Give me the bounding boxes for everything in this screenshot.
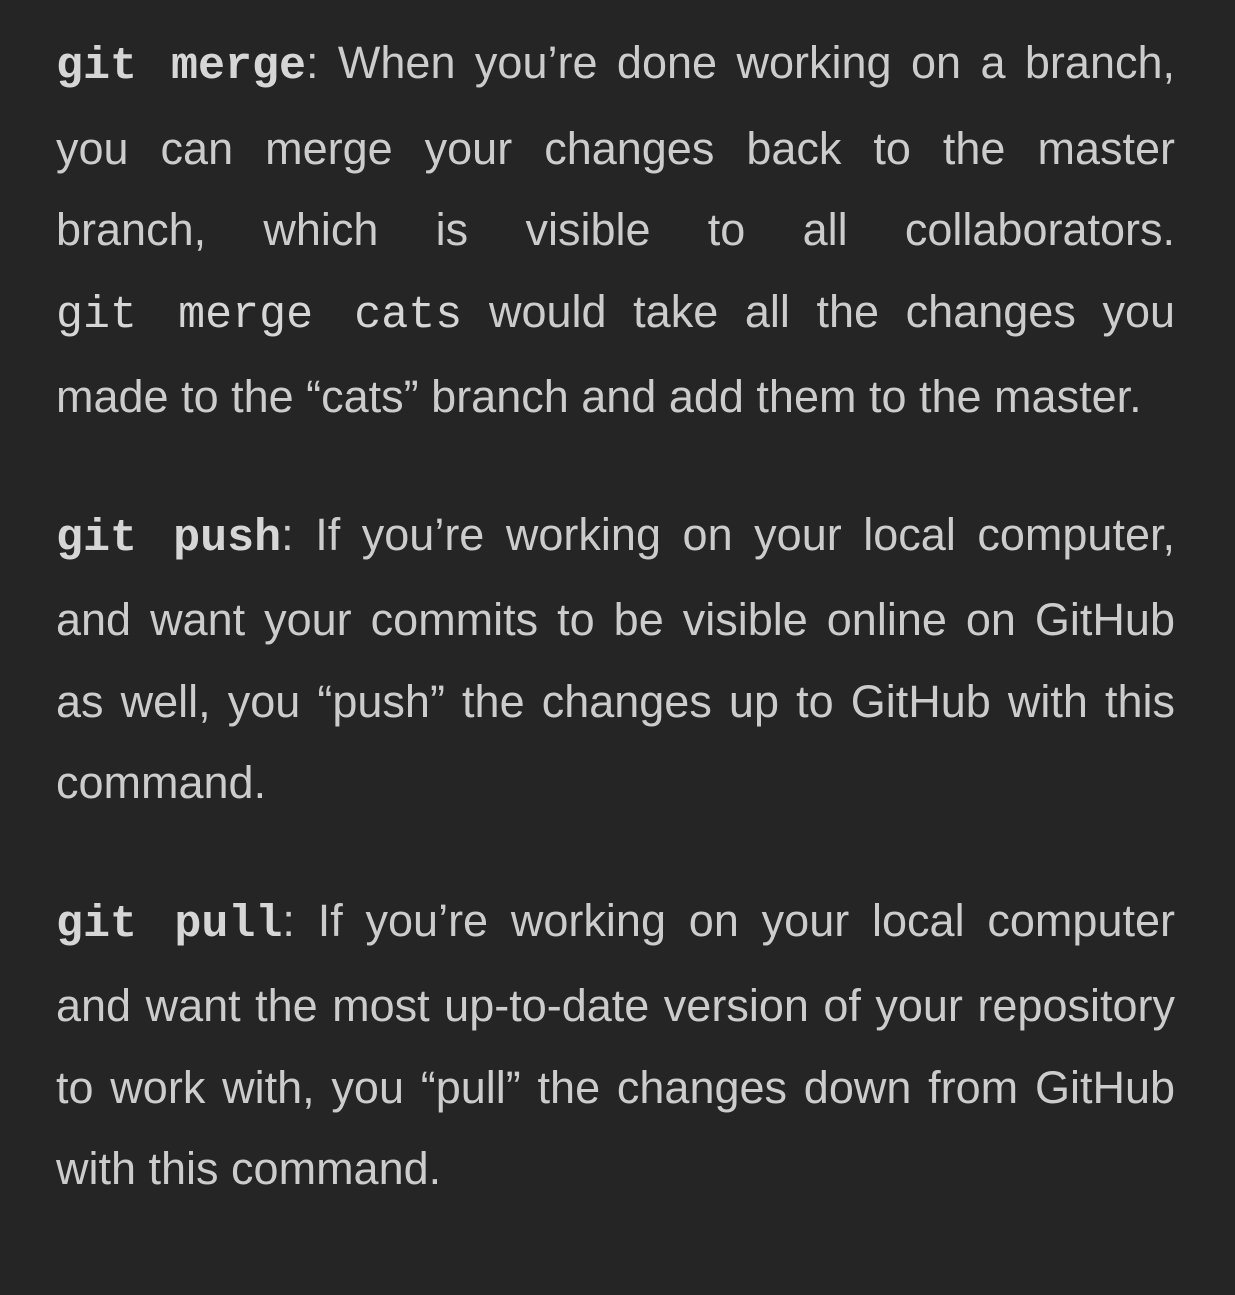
paragraph-git-pull: git pull: If you’re working on your loca…	[56, 880, 1175, 1210]
document-page: git merge: When you’re done working on a…	[0, 0, 1235, 1295]
colon: :	[282, 894, 295, 946]
command-git-pull: git pull	[56, 898, 283, 950]
inline-code-git-merge-cats: git merge cats	[56, 289, 463, 341]
paragraph-git-push: git push: If you’re working on your loca…	[56, 494, 1175, 824]
paragraph-git-merge: git merge: When you’re done working on a…	[56, 22, 1175, 438]
colon: :	[305, 37, 319, 88]
command-git-merge: git merge	[56, 41, 306, 92]
colon: :	[281, 508, 294, 560]
command-git-push: git push	[56, 512, 282, 564]
